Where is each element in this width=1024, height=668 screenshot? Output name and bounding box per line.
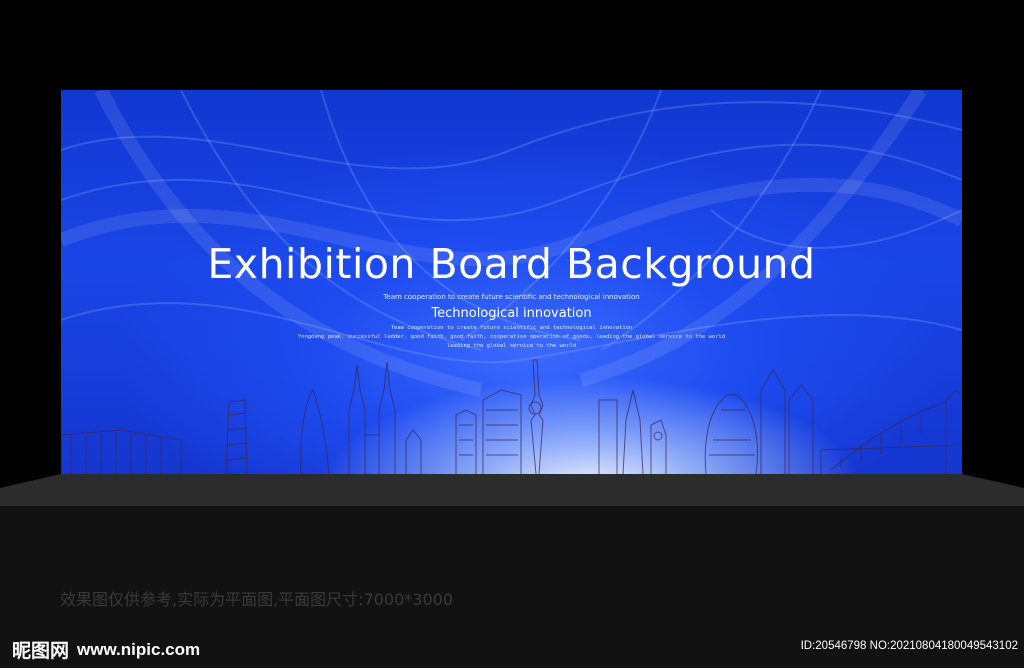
board-body-line-1: Team cooperation to create future scient…: [390, 325, 633, 331]
reference-note: 效果图仅供参考,实际为平面图,平面图尺寸:7000*3000: [60, 590, 454, 609]
board-title: Exhibition Board Background: [207, 240, 816, 288]
image-id-line: ID:20546798 NO:20210804180049543102: [800, 640, 1018, 652]
exhibition-board: Exhibition Board Background Team coopera…: [61, 90, 962, 474]
board-body-line-2: Yongdeng peak, successful ladder, good f…: [297, 334, 726, 340]
scene: Exhibition Board Background Team coopera…: [0, 0, 1024, 668]
logo-url[interactable]: www.nipic.com: [77, 640, 200, 660]
board-body-line-3: leading the global service to the world: [446, 343, 577, 349]
board-subtitle-main: Technological innovation: [431, 306, 592, 321]
board-subtitle-small: Team cooperation to create future scient…: [383, 293, 640, 301]
logo-text: 昵图网: [12, 640, 70, 662]
site-logo[interactable]: 昵图网 www.nipic.com: [12, 636, 200, 663]
